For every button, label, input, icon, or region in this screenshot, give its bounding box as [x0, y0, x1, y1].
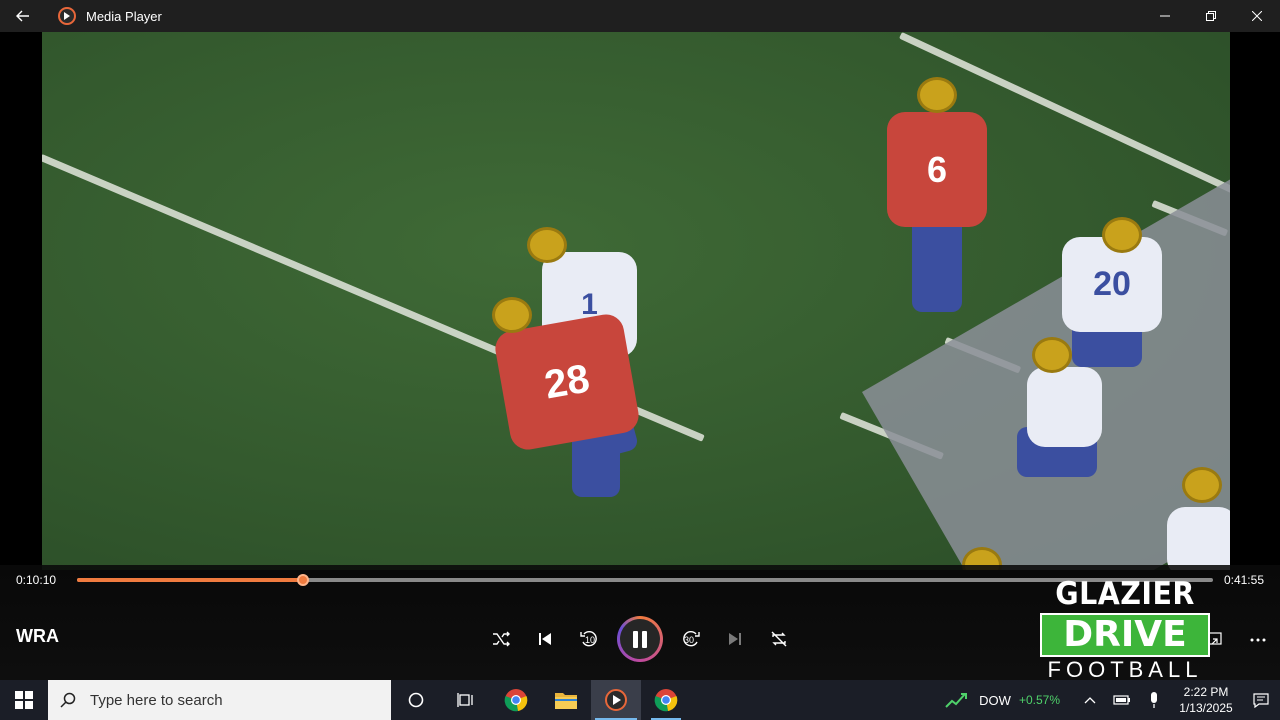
clock-date: 1/13/2025	[1179, 701, 1233, 715]
taskbar-chrome[interactable]	[491, 680, 541, 720]
glazier-drive-watermark: GLAZIER DRIVE FOOTBALL	[1040, 578, 1210, 683]
more-options-icon	[1250, 638, 1266, 642]
stock-chart-icon	[945, 693, 968, 708]
minimize-icon	[1160, 15, 1170, 17]
seek-bar-thumb[interactable]	[297, 574, 310, 586]
jersey-number: 6	[887, 112, 987, 227]
pause-icon	[620, 619, 660, 659]
skip-forward-seconds: 30	[684, 635, 695, 645]
back-button[interactable]	[0, 0, 46, 32]
microphone-button[interactable]	[1138, 680, 1170, 720]
cortana-icon	[408, 692, 424, 708]
next-button[interactable]	[718, 622, 752, 656]
battery-button[interactable]	[1106, 680, 1138, 720]
chrome-icon	[654, 689, 678, 712]
title-bar: Media Player	[0, 0, 1280, 32]
taskbar: Type here to search DOW +0.57% 2:22 PM 1…	[0, 680, 1280, 720]
shuffle-icon	[493, 631, 510, 647]
windows-icon	[15, 691, 33, 709]
clock-time: 2:22 PM	[1183, 685, 1229, 699]
show-hidden-icons-button[interactable]	[1074, 680, 1106, 720]
shuffle-button[interactable]	[484, 622, 518, 656]
taskbar-search-box[interactable]: Type here to search	[48, 680, 391, 720]
taskbar-clock[interactable]: 2:22 PM 1/13/2025	[1170, 684, 1242, 716]
chrome-icon	[504, 689, 528, 712]
minimize-button[interactable]	[1142, 0, 1188, 32]
media-player-app-icon	[58, 7, 76, 25]
next-icon	[729, 633, 741, 645]
cortana-button[interactable]	[391, 680, 441, 720]
notifications-button[interactable]	[1242, 680, 1280, 720]
taskbar-file-explorer[interactable]	[541, 680, 591, 720]
folder-icon	[555, 693, 577, 709]
previous-button[interactable]	[528, 622, 562, 656]
seek-bar-progress	[77, 578, 304, 582]
skip-back-seconds: 10	[585, 635, 596, 645]
media-title: WRA	[16, 626, 59, 646]
previous-icon	[539, 633, 551, 645]
watermark-line1: GLAZIER	[1055, 576, 1195, 612]
current-time: 0:10:10	[16, 573, 57, 587]
total-time: 0:41:55	[1223, 573, 1264, 587]
taskbar-media-player[interactable]	[591, 680, 641, 720]
stock-name[interactable]: DOW	[979, 693, 1011, 708]
battery-icon	[1113, 695, 1130, 705]
window-title: Media Player	[86, 8, 162, 24]
repeat-button[interactable]	[762, 622, 796, 656]
notification-icon	[1253, 693, 1269, 708]
search-placeholder: Type here to search	[90, 691, 223, 709]
repeat-off-icon	[771, 631, 787, 647]
more-options-button[interactable]	[1244, 626, 1272, 654]
jersey-number: 20	[1062, 237, 1162, 332]
close-icon	[1252, 11, 1262, 21]
system-tray: DOW +0.57% 2:22 PM 1/13/2025	[945, 680, 1280, 720]
stock-change: +0.57%	[1018, 693, 1060, 707]
start-button[interactable]	[0, 680, 48, 720]
close-button[interactable]	[1234, 0, 1280, 32]
watermark-line2: DRIVE	[1040, 613, 1210, 657]
restore-button[interactable]	[1188, 0, 1234, 32]
search-icon	[60, 692, 76, 708]
taskbar-chrome-2[interactable]	[641, 680, 691, 720]
back-arrow-icon	[16, 10, 29, 22]
skip-forward-button[interactable]: 30	[674, 622, 708, 656]
pause-button[interactable]	[617, 616, 663, 662]
task-view-icon	[457, 693, 473, 707]
media-player-icon	[605, 689, 627, 711]
microphone-icon	[1151, 692, 1157, 708]
chevron-up-icon	[1084, 697, 1096, 704]
task-view-button[interactable]	[441, 680, 491, 720]
skip-back-button[interactable]: 10	[572, 622, 606, 656]
video-frame[interactable]: 6 1 28 20 20	[42, 32, 1230, 570]
restore-icon	[1206, 11, 1216, 21]
